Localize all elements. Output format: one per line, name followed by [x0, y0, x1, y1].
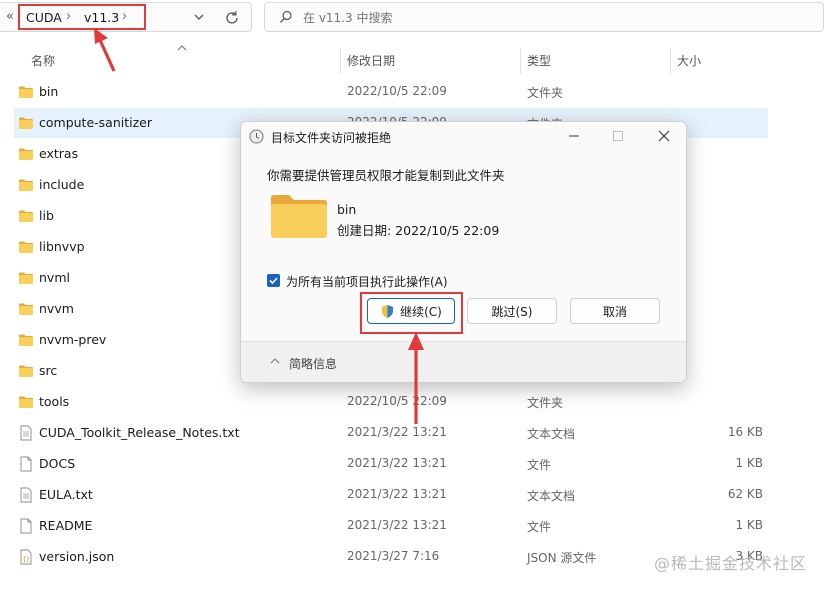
file-type: 文本文档 [527, 427, 576, 441]
file-name: DOCS [39, 456, 76, 471]
file-size: 62 KB [727, 487, 763, 501]
cancel-button[interactable]: 取消 [570, 298, 660, 324]
annotation-arrow-up-icon [408, 332, 424, 424]
file-type: JSON 源文件 [527, 551, 597, 565]
checkmark-icon [269, 277, 278, 285]
dialog-folder-name: bin [337, 202, 357, 217]
search-box[interactable] [264, 2, 824, 32]
folder-icon [19, 117, 33, 129]
skip-button[interactable]: 跳过(S) [467, 298, 557, 324]
maximize-icon [613, 131, 623, 141]
watermark: @稀土掘金技术社区 [653, 554, 807, 573]
file-name: README [39, 518, 93, 533]
file-icon [20, 456, 32, 472]
folder-icon [19, 179, 33, 191]
file-icon [20, 518, 32, 534]
search-input[interactable] [303, 8, 803, 28]
text-file-icon [20, 425, 32, 441]
access-denied-dialog: 目标文件夹访问被拒绝 你需要提供管理员权限才能复制到此文件夹 bin 创建日期:… [240, 121, 687, 383]
text-file-icon [20, 487, 32, 503]
file-row[interactable]: tools 2022/10/5 22:09 文件夹 [14, 387, 768, 417]
file-size: 16 KB [727, 425, 763, 439]
file-modified-date: 2021/3/27 7:16 [347, 549, 440, 563]
column-type[interactable]: 类型 [527, 52, 551, 69]
column-header: 名称 修改日期 类型 大小 [0, 44, 825, 76]
chevron-up-icon[interactable] [269, 357, 281, 365]
column-date[interactable]: 修改日期 [347, 52, 395, 69]
column-name[interactable]: 名称 [31, 52, 55, 69]
file-modified-date: 2021/3/22 13:21 [347, 456, 447, 470]
search-icon [280, 10, 292, 23]
refresh-icon[interactable] [222, 8, 242, 28]
file-name: version.json [39, 549, 115, 564]
minimize-icon[interactable] [559, 125, 589, 147]
file-name: nvvm-prev [39, 332, 107, 347]
file-name: include [39, 177, 85, 192]
file-copy-icon [249, 129, 264, 144]
file-modified-date: 2022/10/5 22:09 [347, 394, 447, 408]
svg-text:{}: {} [23, 556, 30, 563]
folder-icon [19, 365, 33, 377]
file-row[interactable]: DOCS 2021/3/22 13:21 文件 1 KB [14, 449, 768, 479]
file-row[interactable]: bin 2022/10/5 22:09 文件夹 [14, 77, 768, 107]
file-name: libnvvp [39, 239, 85, 254]
file-name: nvvm [39, 301, 74, 316]
file-name: src [39, 363, 58, 378]
apply-all-checkbox[interactable] [267, 274, 280, 287]
file-row[interactable]: README 2021/3/22 13:21 文件 1 KB [14, 511, 768, 541]
file-type: 文件 [527, 458, 552, 472]
folder-icon [19, 303, 33, 315]
file-size: 1 KB [735, 518, 763, 532]
file-modified-date: 2021/3/22 13:21 [347, 425, 447, 439]
column-divider[interactable] [670, 48, 671, 74]
file-name: compute-sanitizer [39, 115, 152, 130]
folder-icon [271, 195, 327, 238]
file-name: lib [39, 208, 54, 223]
file-name: CUDA_Toolkit_Release_Notes.txt [39, 425, 240, 440]
file-modified-date: 2021/3/22 13:21 [347, 518, 447, 532]
column-divider[interactable] [520, 48, 521, 74]
folder-icon [19, 86, 33, 98]
folder-icon [19, 396, 33, 408]
json-file-icon: {} [20, 549, 32, 565]
address-overflow-icon[interactable]: « [6, 9, 14, 24]
file-modified-date: 2021/3/22 13:21 [347, 487, 447, 501]
column-size[interactable]: 大小 [677, 52, 701, 69]
sort-ascending-icon[interactable] [176, 44, 188, 52]
dialog-title: 目标文件夹访问被拒绝 [271, 131, 392, 145]
file-modified-date: 2022/10/5 22:09 [347, 84, 447, 98]
dialog-footer: 简略信息 [241, 341, 686, 382]
file-name: nvml [39, 270, 70, 285]
close-icon[interactable] [649, 125, 679, 147]
file-name: bin [39, 84, 59, 99]
folder-icon [19, 241, 33, 253]
file-name: EULA.txt [39, 487, 93, 502]
file-type: 文件夹 [527, 86, 564, 100]
file-name: tools [39, 394, 70, 409]
dialog-message: 你需要提供管理员权限才能复制到此文件夹 [267, 168, 505, 183]
annotation-box-breadcrumb [18, 4, 146, 30]
annotation-box-continue [360, 292, 463, 334]
dialog-folder-date: 创建日期: 2022/10/5 22:09 [337, 223, 500, 238]
column-divider[interactable] [340, 48, 341, 74]
file-type: 文件夹 [527, 396, 564, 410]
folder-icon [19, 210, 33, 222]
folder-icon [19, 334, 33, 346]
file-type: 文本文档 [527, 489, 576, 503]
chevron-down-icon[interactable] [190, 8, 208, 26]
folder-icon [19, 272, 33, 284]
fewer-details-toggle[interactable]: 简略信息 [289, 355, 337, 372]
file-row[interactable]: EULA.txt 2021/3/22 13:21 文本文档 62 KB [14, 480, 768, 510]
apply-all-label[interactable]: 为所有当前项目执行此操作(A) [286, 273, 448, 290]
file-type: 文件 [527, 520, 552, 534]
folder-icon [19, 148, 33, 160]
file-row[interactable]: CUDA_Toolkit_Release_Notes.txt 2021/3/22 … [14, 418, 768, 448]
file-size: 1 KB [735, 456, 763, 470]
file-name: extras [39, 146, 79, 161]
